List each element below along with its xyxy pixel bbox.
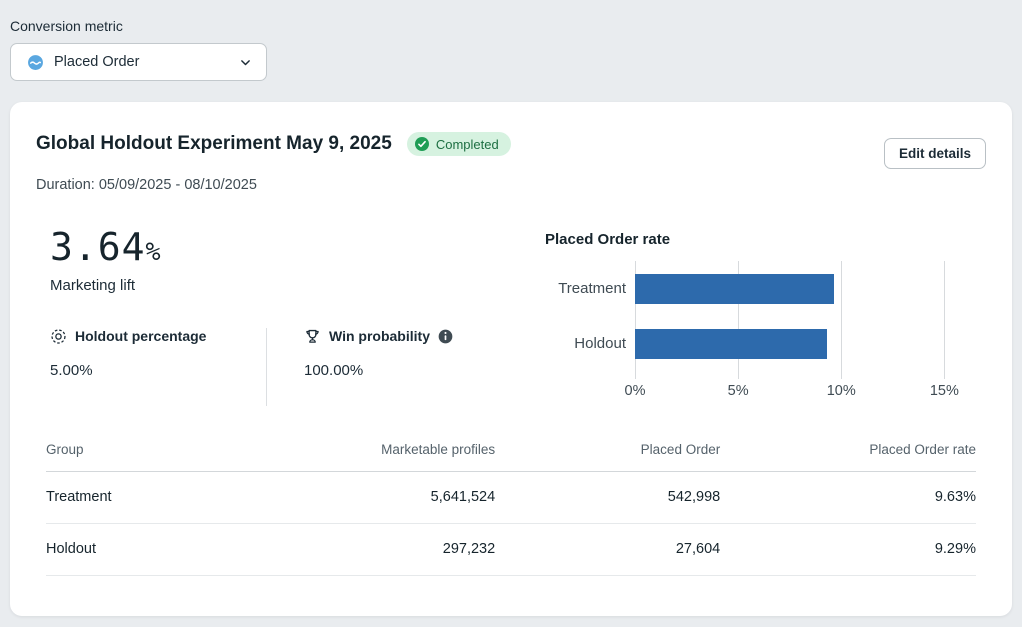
- holdout-percentage-icon: [50, 328, 67, 345]
- table-header-placed-order: Placed Order: [495, 442, 720, 457]
- cell-placed-order-rate: 9.63%: [720, 489, 976, 505]
- trophy-icon: [304, 328, 321, 345]
- chart-category-label: Treatment: [545, 261, 635, 316]
- conversion-metric-value: Placed Order: [54, 54, 229, 70]
- card-header: Global Holdout Experiment May 9, 2025 Co…: [36, 132, 986, 169]
- table-header-row: Group Marketable profiles Placed Order P…: [46, 442, 976, 472]
- chart-x-axis: 0% 5% 10% 15%: [635, 383, 965, 405]
- edit-details-button[interactable]: Edit details: [884, 138, 986, 169]
- table-header-placed-order-rate: Placed Order rate: [720, 442, 976, 457]
- cell-group: Treatment: [46, 489, 269, 505]
- chart-x-tick: 0%: [625, 383, 646, 399]
- info-icon[interactable]: [438, 329, 453, 344]
- cell-placed-order: 27,604: [495, 541, 720, 557]
- holdout-percentage-value: 5.00%: [50, 362, 266, 379]
- chart-x-tick: 15%: [930, 383, 959, 399]
- summary-section: 3.64% Marketing lift Holdout percentage …: [36, 227, 986, 406]
- table-row: Holdout 297,232 27,604 9.29%: [46, 524, 976, 576]
- marketing-lift-label: Marketing lift: [50, 277, 501, 294]
- page: Conversion metric Placed Order Global Ho…: [0, 0, 1022, 616]
- chevron-down-icon: [239, 56, 252, 69]
- holdout-percentage-stat: Holdout percentage 5.00%: [50, 328, 266, 406]
- win-probability-value: 100.00%: [304, 362, 453, 379]
- chart-category-label: Holdout: [545, 316, 635, 371]
- cell-marketable-profiles: 297,232: [269, 541, 495, 557]
- chart-category-axis: Treatment Holdout: [545, 261, 635, 373]
- chart-bar-holdout: [635, 329, 827, 359]
- placed-order-metric-icon: [27, 54, 44, 71]
- placed-order-rate-chart: Placed Order rate Treatment Holdout: [545, 231, 965, 406]
- lift-stats-column: 3.64% Marketing lift Holdout percentage …: [36, 227, 501, 406]
- conversion-metric-dropdown[interactable]: Placed Order: [10, 43, 267, 81]
- chart-plot-area: [635, 261, 965, 373]
- table-header-group: Group: [46, 442, 269, 457]
- chart-x-tick: 10%: [827, 383, 856, 399]
- chart-x-tick: 5%: [728, 383, 749, 399]
- status-badge-label: Completed: [436, 137, 499, 152]
- holdout-percentage-label: Holdout percentage: [75, 328, 206, 344]
- win-probability-stat: Win probability 100.00%: [267, 328, 453, 406]
- chart-bar-treatment: [635, 274, 834, 304]
- experiment-card: Global Holdout Experiment May 9, 2025 Co…: [10, 102, 1012, 616]
- chart-title: Placed Order rate: [545, 231, 965, 248]
- check-circle-icon: [414, 136, 430, 152]
- results-table: Group Marketable profiles Placed Order P…: [46, 442, 976, 576]
- conversion-metric-section: Conversion metric Placed Order: [0, 0, 1022, 81]
- table-row: Treatment 5,641,524 542,998 9.63%: [46, 472, 976, 524]
- experiment-title: Global Holdout Experiment May 9, 2025: [36, 133, 392, 155]
- experiment-duration: Duration: 05/09/2025 - 08/10/2025: [36, 177, 986, 193]
- conversion-metric-label: Conversion metric: [10, 18, 1022, 34]
- cell-placed-order-rate: 9.29%: [720, 541, 976, 557]
- win-probability-label: Win probability: [329, 328, 430, 344]
- status-badge: Completed: [407, 132, 511, 156]
- cell-group: Holdout: [46, 541, 269, 557]
- cell-placed-order: 542,998: [495, 489, 720, 505]
- marketing-lift-value: 3.64%: [50, 227, 501, 269]
- cell-marketable-profiles: 5,641,524: [269, 489, 495, 505]
- table-header-marketable-profiles: Marketable profiles: [269, 442, 495, 457]
- secondary-stats-row: Holdout percentage 5.00% Win probability: [50, 328, 501, 406]
